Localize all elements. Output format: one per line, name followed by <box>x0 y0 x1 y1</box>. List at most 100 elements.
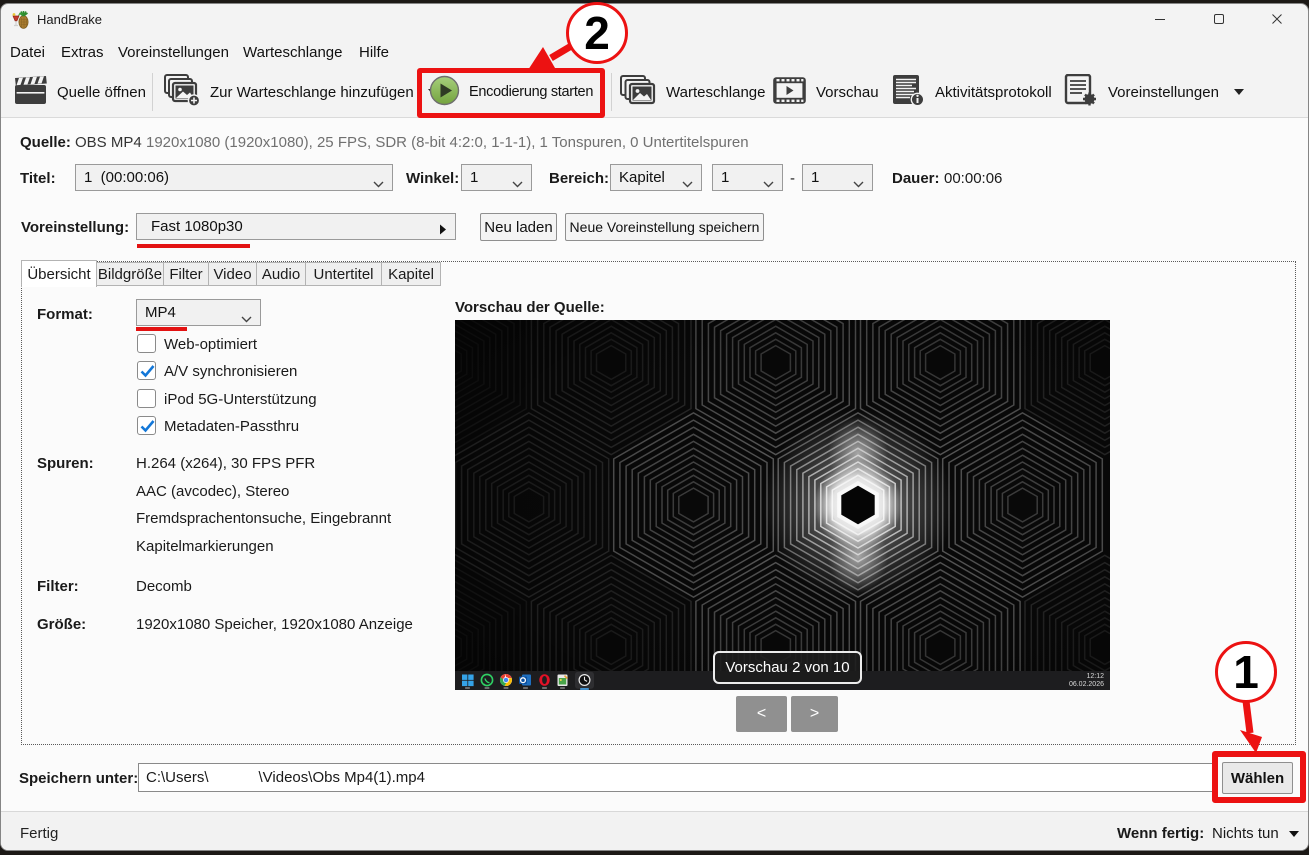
av-sync-checkbox[interactable] <box>137 361 156 380</box>
format-label: Format: <box>37 306 93 323</box>
size-value: 1920x1080 Speicher, 1920x1080 Anzeige <box>136 616 413 633</box>
tab-kapitel[interactable]: Kapitel <box>382 262 441 286</box>
preset-select[interactable]: Fast 1080p30 <box>136 213 456 240</box>
preview-prev-button[interactable]: < <box>736 696 787 732</box>
range-from-select[interactable]: 1 <box>712 164 783 191</box>
maximize-button[interactable] <box>1196 4 1242 34</box>
tab-filter[interactable]: Filter <box>164 262 209 286</box>
clapperboard-icon <box>14 75 48 110</box>
taskbar-clock-date: 06.02.2026 <box>1069 681 1104 689</box>
chevron-down-icon <box>763 175 774 192</box>
save-path-value: C:\Users\ \Videos\Obs Mp4(1).mp4 <box>146 769 425 786</box>
range-from-value: 1 <box>721 169 729 186</box>
minimize-button[interactable] <box>1137 4 1183 34</box>
range-to-select[interactable]: 1 <box>802 164 873 191</box>
when-done-value: Nichts tun <box>1212 825 1279 842</box>
chevron-down-icon <box>241 310 252 327</box>
range-to-value: 1 <box>811 169 819 186</box>
save-as-label: Speichern unter: <box>19 770 138 787</box>
chevron-down-icon <box>512 175 523 192</box>
tab-video[interactable]: Video <box>209 262 257 286</box>
angle-label: Winkel: <box>406 170 459 187</box>
ipod-support-checkbox[interactable] <box>137 389 156 408</box>
tracks-label: Spuren: <box>37 455 94 472</box>
range-type-value: Kapitel <box>619 169 665 186</box>
annotation-step-1-number: 1 <box>1233 645 1259 699</box>
open-source-button[interactable]: Quelle öffnen <box>14 67 146 117</box>
activity-log-icon <box>890 74 926 111</box>
preview-image: 12:12 06.02.2026 Vorschau 2 von 10 <box>455 320 1110 690</box>
preview-heading: Vorschau der Quelle: <box>455 299 605 316</box>
add-to-queue-icon <box>164 74 201 111</box>
toolbar-label: Vorschau <box>816 84 879 101</box>
annotation-box-browse <box>1212 751 1306 803</box>
angle-select[interactable]: 1 <box>461 164 532 191</box>
status-text: Fertig <box>20 825 58 842</box>
annotation-underline-format <box>136 327 187 331</box>
chevron-down-icon[interactable] <box>1234 89 1244 95</box>
chevron-down-icon <box>373 175 384 192</box>
presets-button[interactable]: Voreinstellungen <box>1063 67 1244 117</box>
taskbar-clock-time: 12:12 <box>1069 673 1104 681</box>
title-select-value: 1 (00:00:06) <box>84 169 169 186</box>
handbrake-window: HandBrake Datei Extras Voreinstellungen … <box>0 3 1309 851</box>
add-to-queue-button[interactable]: Zur Warteschlange hinzufügen <box>164 67 438 117</box>
title-select[interactable]: 1 (00:00:06) <box>75 164 393 191</box>
angle-select-value: 1 <box>470 169 478 186</box>
annotation-step-2-number: 2 <box>584 6 610 60</box>
taskbar-clock: 12:12 06.02.2026 <box>1069 673 1104 689</box>
tracks-line: AAC (avcodec), Stereo <box>136 483 289 500</box>
presets-icon <box>1063 74 1099 111</box>
handbrake-logo-icon <box>10 9 31 30</box>
chevron-right-icon <box>439 222 447 239</box>
web-optimized-checkbox[interactable] <box>137 334 156 353</box>
preset-label: Voreinstellung: <box>21 219 129 236</box>
format-select[interactable]: MP4 <box>136 299 261 326</box>
annotation-underline-preset <box>137 244 250 248</box>
format-select-value: MP4 <box>145 304 176 321</box>
source-details: 1920x1080 (1920x1080), 25 FPS, SDR (8-bi… <box>146 134 749 151</box>
activity-log-button[interactable]: Aktivitätsprotokoll <box>890 67 1052 117</box>
tab-audio[interactable]: Audio <box>257 262 306 286</box>
toolbar-separator <box>611 73 612 111</box>
range-label: Bereich: <box>549 170 609 187</box>
tracks-line: H.264 (x264), 30 FPS PFR <box>136 455 315 472</box>
queue-button[interactable]: Warteschlange <box>620 67 766 117</box>
preview-next-button[interactable]: > <box>791 696 838 732</box>
main-toolbar: Quelle öffnen Zur Warteschlange hinzufüg… <box>0 67 1309 118</box>
range-separator: - <box>790 170 795 187</box>
save-new-preset-button[interactable]: Neue Voreinstellung speichern <box>565 213 764 241</box>
av-sync-label: A/V synchronisieren <box>164 363 297 380</box>
preview-counter-overlay: Vorschau 2 von 10 <box>713 651 862 684</box>
tab-bildgroesse[interactable]: Bildgröße <box>97 262 164 286</box>
tracks-line: Fremdsprachentonsuche, Eingebrannt <box>136 510 391 527</box>
annotation-step-2: 2 <box>566 2 628 64</box>
toolbar-label: Voreinstellungen <box>1108 84 1219 101</box>
tab-untertitel[interactable]: Untertitel <box>306 262 382 286</box>
tracks-line: Kapitelmarkierungen <box>136 538 274 555</box>
annotation-box-start-encode <box>417 68 605 118</box>
web-optimized-label: Web-optimiert <box>164 336 257 353</box>
chevron-down-icon <box>682 175 693 192</box>
status-bar <box>0 811 1309 851</box>
menu-hilfe[interactable]: Hilfe <box>359 44 389 61</box>
close-button[interactable] <box>1254 4 1300 34</box>
source-name: OBS MP4 <box>75 134 142 151</box>
chevron-down-icon <box>853 175 864 192</box>
preview-button[interactable]: Vorschau <box>772 67 879 117</box>
metadata-passthru-checkbox[interactable] <box>137 416 156 435</box>
annotation-step-1: 1 <box>1215 641 1277 703</box>
menu-extras[interactable]: Extras <box>61 44 104 61</box>
menu-warteschlange[interactable]: Warteschlange <box>243 44 343 61</box>
range-type-select[interactable]: Kapitel <box>610 164 702 191</box>
when-done-select[interactable]: Nichts tun <box>1212 825 1299 842</box>
tab-uebersicht[interactable]: Übersicht <box>21 260 97 287</box>
reload-preset-button[interactable]: Neu laden <box>480 213 557 241</box>
menu-voreinstellungen[interactable]: Voreinstellungen <box>118 44 229 61</box>
queue-icon <box>620 75 657 110</box>
save-path-input[interactable]: C:\Users\ \Videos\Obs Mp4(1).mp4 <box>138 763 1216 792</box>
filters-label: Filter: <box>37 578 79 595</box>
size-label: Größe: <box>37 616 86 633</box>
chevron-down-icon <box>1289 831 1299 837</box>
menu-datei[interactable]: Datei <box>10 44 45 61</box>
